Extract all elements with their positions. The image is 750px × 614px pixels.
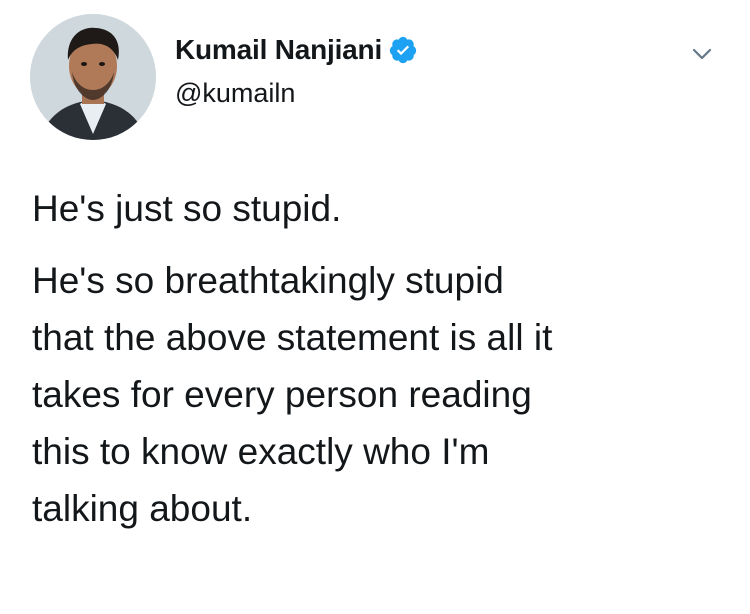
chevron-down-icon[interactable] <box>686 38 718 70</box>
author-display-name[interactable]: Kumail Nanjiani <box>175 34 382 66</box>
author-name-row[interactable]: Kumail Nanjiani <box>175 30 418 70</box>
tweet-paragraph: He's just so stupid. <box>32 188 342 229</box>
tweet-card: Kumail Nanjiani @kumailn He's just so st… <box>0 0 750 614</box>
author-handle[interactable]: @kumailn <box>175 78 295 109</box>
tweet-text: He's just so stupid. He's so breathtakin… <box>32 180 732 537</box>
avatar[interactable] <box>30 14 156 140</box>
tweet-paragraph: He's so breathtakingly stupid that the a… <box>32 252 732 537</box>
tweet-line: He's so breathtakingly stupid <box>32 260 504 301</box>
tweet-line: takes for every person reading <box>32 374 532 415</box>
tweet-line: this to know exactly who I'm <box>32 431 490 472</box>
tweet-line: talking about. <box>32 488 253 529</box>
tweet-line: that the above statement is all it <box>32 317 553 358</box>
profile-photo-icon <box>30 14 156 140</box>
verified-badge-icon <box>388 35 418 65</box>
